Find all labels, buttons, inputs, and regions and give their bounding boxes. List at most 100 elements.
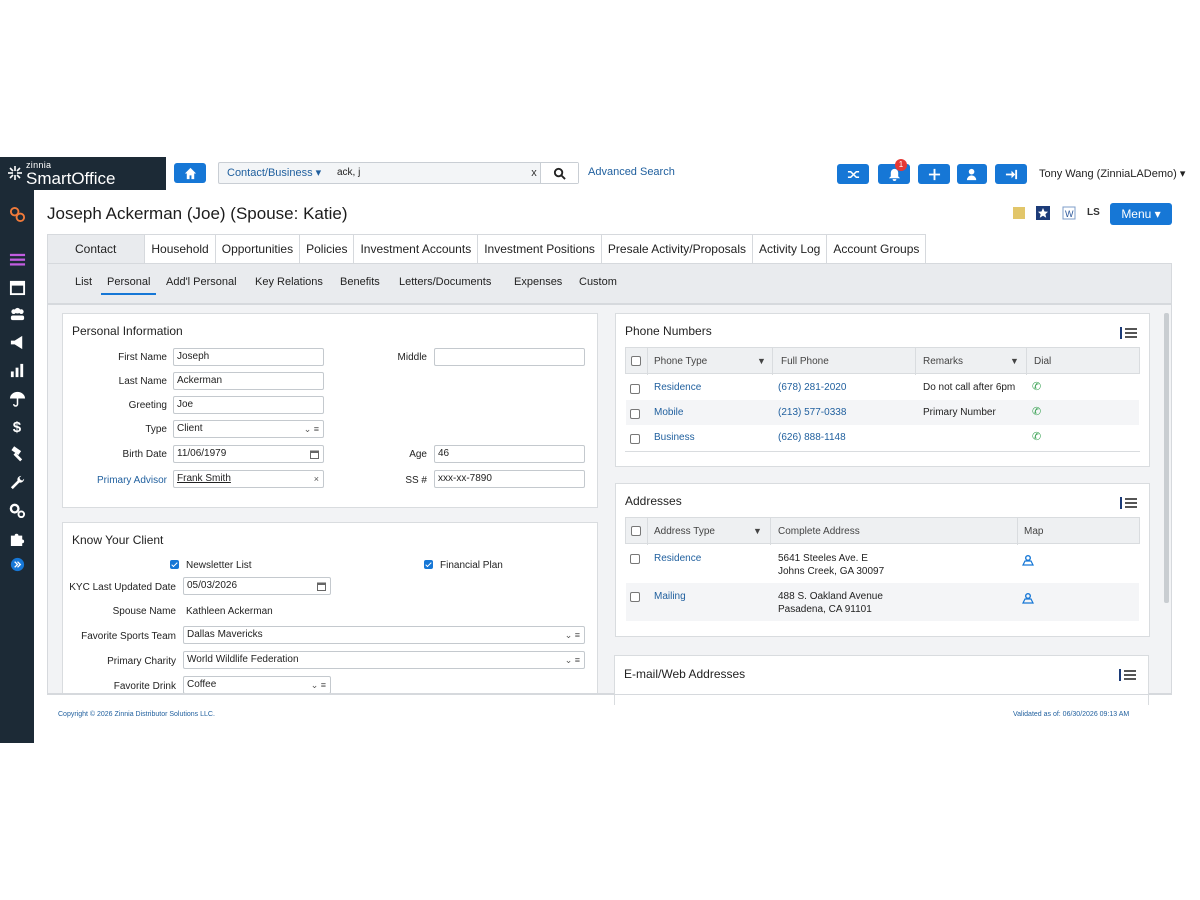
puzzle-icon[interactable] xyxy=(8,529,26,547)
tab-opportunities[interactable]: Opportunities xyxy=(214,234,301,264)
star-badge-icon[interactable] xyxy=(1036,206,1050,220)
primary-advisor-label[interactable]: Primary Advisor xyxy=(73,475,167,486)
tab-policies[interactable]: Policies xyxy=(299,234,355,264)
sports-team-select[interactable]: Dallas Mavericks ⌄ ≡ xyxy=(183,626,585,644)
tab-contact[interactable]: Contact xyxy=(47,234,146,264)
tab-investment-accounts[interactable]: Investment Accounts xyxy=(353,234,479,264)
advanced-search-link[interactable]: Advanced Search xyxy=(588,166,675,178)
gavel-icon[interactable] xyxy=(8,445,26,463)
search-scope-dropdown[interactable]: Contact/Business ▾ xyxy=(219,163,331,183)
row-checkbox[interactable] xyxy=(630,384,640,394)
map-icon[interactable] xyxy=(1022,555,1034,566)
birth-date-field[interactable]: 11/06/1979 xyxy=(173,445,324,463)
calendar-icon[interactable] xyxy=(310,450,319,459)
phone-number-link[interactable]: (213) 577-0338 xyxy=(778,407,846,418)
search-button[interactable] xyxy=(540,163,578,183)
shuffle-button[interactable] xyxy=(837,164,869,184)
greeting-field[interactable]: Joe xyxy=(173,396,324,414)
people-icon[interactable] xyxy=(8,305,26,323)
financial-plan-checkbox[interactable] xyxy=(424,560,433,569)
list-options-icon[interactable] xyxy=(1119,669,1136,681)
primary-advisor-field[interactable]: Frank Smith × xyxy=(173,470,324,488)
column-header[interactable]: Phone Type xyxy=(654,356,707,367)
column-header[interactable]: Full Phone xyxy=(781,356,829,367)
umbrella-icon[interactable] xyxy=(8,389,26,407)
column-header[interactable]: Dial xyxy=(1034,356,1051,367)
subnav-key-relations[interactable]: Key Relations xyxy=(255,276,323,288)
megaphone-icon[interactable] xyxy=(8,333,26,351)
filter-icon[interactable]: ▼ xyxy=(757,356,766,366)
scrollbar[interactable] xyxy=(1164,313,1169,603)
wrench-icon[interactable] xyxy=(8,473,26,491)
map-icon[interactable] xyxy=(1022,593,1034,604)
age-field[interactable]: 46 xyxy=(434,445,585,463)
charity-select[interactable]: World Wildlife Federation ⌄ ≡ xyxy=(183,651,585,669)
subnav-letters-documents[interactable]: Letters/Documents xyxy=(399,276,491,288)
ls-indicator[interactable]: LS xyxy=(1087,207,1100,218)
address-type-link[interactable]: Residence xyxy=(654,553,701,564)
search-input[interactable] xyxy=(337,163,522,183)
filter-icon[interactable]: ▼ xyxy=(1010,356,1019,366)
row-checkbox[interactable] xyxy=(630,409,640,419)
user-switch-button[interactable] xyxy=(957,164,987,184)
subnav-list[interactable]: List xyxy=(75,276,92,288)
column-header[interactable]: Complete Address xyxy=(778,526,860,537)
clear-advisor-icon[interactable]: × xyxy=(314,471,319,487)
kyc-updated-field[interactable]: 05/03/2026 xyxy=(183,577,331,595)
primary-advisor-value[interactable]: Frank Smith xyxy=(177,473,231,484)
search-clear-button[interactable]: x xyxy=(527,163,541,183)
subnav-addl-personal[interactable]: Add'l Personal xyxy=(166,276,237,288)
subnav-personal[interactable]: Personal xyxy=(101,276,157,295)
tab-household[interactable]: Household xyxy=(144,234,216,264)
dollar-icon[interactable]: $ xyxy=(8,417,26,435)
sign-in-button[interactable] xyxy=(995,164,1027,184)
calendar-icon[interactable] xyxy=(8,278,26,296)
home-button[interactable] xyxy=(174,163,206,183)
list-options-icon[interactable] xyxy=(1120,497,1137,509)
tab-investment-positions[interactable]: Investment Positions xyxy=(477,234,602,264)
dial-phone-icon[interactable]: ✆ xyxy=(1032,405,1041,418)
menu-button[interactable]: Menu ▾ xyxy=(1110,203,1172,225)
notifications-button[interactable]: 1 xyxy=(878,159,910,184)
middle-field[interactable] xyxy=(434,348,585,366)
gears-icon[interactable] xyxy=(8,501,26,519)
tab-account-groups[interactable]: Account Groups xyxy=(826,234,927,264)
column-header[interactable]: Map xyxy=(1024,526,1043,537)
calendar-icon[interactable] xyxy=(317,582,326,591)
ss-field[interactable]: xxx-xx-7890 xyxy=(434,470,585,488)
tab-presale-activity[interactable]: Presale Activity/Proposals xyxy=(600,234,753,264)
user-menu[interactable]: Tony Wang (ZinniaLADemo) ▾ xyxy=(1039,167,1185,180)
dial-phone-icon[interactable]: ✆ xyxy=(1032,430,1041,443)
add-button[interactable] xyxy=(918,164,950,184)
last-name-field[interactable]: Ackerman xyxy=(173,372,324,390)
address-type-link[interactable]: Mailing xyxy=(654,591,686,602)
phone-type-link[interactable]: Business xyxy=(654,432,695,443)
tab-activity-log[interactable]: Activity Log xyxy=(751,234,828,264)
row-checkbox[interactable] xyxy=(630,592,640,602)
newsletter-checkbox[interactable] xyxy=(170,560,179,569)
bar-chart-icon[interactable] xyxy=(8,361,26,379)
subnav-custom[interactable]: Custom xyxy=(579,276,617,288)
phone-number-link[interactable]: (626) 888-1148 xyxy=(778,432,846,443)
column-header[interactable]: Remarks xyxy=(923,356,963,367)
phone-type-link[interactable]: Mobile xyxy=(654,407,683,418)
first-name-field[interactable]: Joseph xyxy=(173,348,324,366)
phone-type-link[interactable]: Residence xyxy=(654,382,701,393)
column-header[interactable]: Address Type xyxy=(654,526,715,537)
word-doc-icon[interactable]: W xyxy=(1062,206,1076,220)
phone-number-link[interactable]: (678) 281-2020 xyxy=(778,382,846,393)
type-select[interactable]: Client ⌄ ≡ xyxy=(173,420,324,438)
expand-sidebar-icon[interactable] xyxy=(8,555,26,573)
hamburger-icon[interactable] xyxy=(8,250,26,268)
dial-phone-icon[interactable]: ✆ xyxy=(1032,380,1041,393)
select-all-checkbox[interactable] xyxy=(631,526,641,536)
select-all-checkbox[interactable] xyxy=(631,356,641,366)
link-icon[interactable] xyxy=(8,205,26,223)
drink-select[interactable]: Coffee ⌄ ≡ xyxy=(183,676,331,693)
row-checkbox[interactable] xyxy=(630,554,640,564)
folder-icon[interactable] xyxy=(1012,206,1026,220)
list-options-icon[interactable] xyxy=(1120,327,1137,339)
filter-icon[interactable]: ▼ xyxy=(753,526,762,536)
row-checkbox[interactable] xyxy=(630,434,640,444)
subnav-benefits[interactable]: Benefits xyxy=(340,276,380,288)
